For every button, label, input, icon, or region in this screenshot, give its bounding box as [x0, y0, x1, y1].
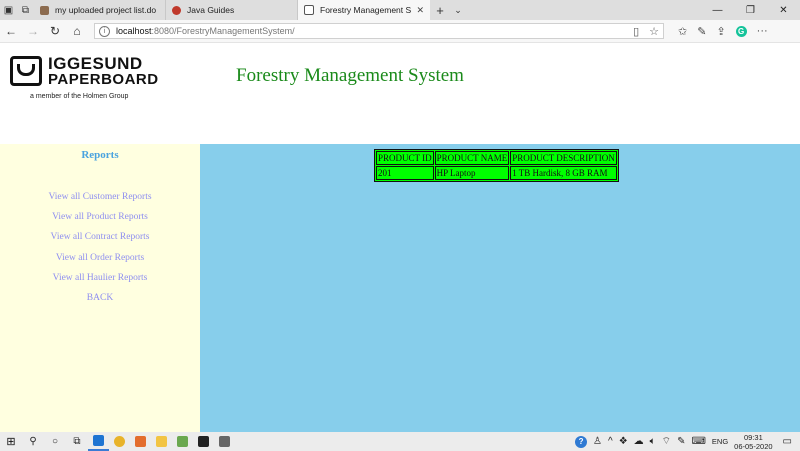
- more-menu-icon[interactable]: ···: [757, 25, 768, 37]
- site-info-icon[interactable]: i: [99, 25, 110, 37]
- cell-product-description: 1 TB Hardisk, 8 GB RAM: [510, 166, 617, 180]
- notifications-icon[interactable]: ▭: [783, 436, 792, 447]
- settings-taskbar-icon[interactable]: [214, 432, 235, 451]
- tab-title: Forestry Management S: [320, 5, 412, 15]
- cell-product-id: 201: [376, 166, 434, 180]
- tab-list-chevron-icon[interactable]: ⌄: [450, 0, 466, 20]
- clock-time: 09:31: [743, 432, 763, 442]
- url-host: localhost: [116, 26, 152, 36]
- tab-actions-icon[interactable]: ▣: [0, 0, 17, 20]
- tab-title: my uploaded project list.do: [55, 5, 157, 15]
- minimize-icon[interactable]: —: [701, 0, 734, 20]
- help-icon[interactable]: ?: [575, 435, 588, 448]
- document-favicon-icon: [40, 5, 49, 15]
- file-explorer-taskbar-icon[interactable]: [151, 432, 172, 451]
- forward-arrow-icon[interactable]: →: [22, 24, 44, 38]
- column-header-product-id: PRODUCT ID: [376, 151, 434, 165]
- edge-taskbar-icon[interactable]: [88, 432, 109, 451]
- keyboard-icon[interactable]: ⌨: [691, 436, 705, 447]
- link-customer-reports[interactable]: View all Customer Reports: [0, 187, 200, 207]
- logo-emblem-icon: [10, 56, 42, 86]
- windows-taskbar: ⊞ ⚲ ○ ⧉ ? ♙ ^ ❖ ☁ 🔈︎ ⌔ ✎ ⌨ ENG 09:31 06-…: [0, 432, 800, 451]
- link-contract-reports[interactable]: View all Contract Reports: [0, 227, 200, 247]
- system-tray: ? ♙ ^ ❖ ☁ 🔈︎ ⌔ ✎ ⌨ ENG 09:31 06-05-2020 …: [575, 433, 800, 451]
- share-icon[interactable]: ⇪: [716, 25, 725, 38]
- sidebar-title: Reports: [81, 149, 119, 161]
- logo-subtitle: a member of the Holmen Group: [30, 93, 129, 100]
- favorites-hub-icon[interactable]: ✩: [678, 25, 687, 38]
- restore-icon[interactable]: ❐: [734, 0, 767, 20]
- pen-notes-icon[interactable]: ✎: [697, 25, 706, 38]
- products-table: PRODUCT ID PRODUCT NAME PRODUCT DESCRIPT…: [374, 149, 619, 182]
- column-header-product-name: PRODUCT NAME: [434, 151, 510, 165]
- cortana-icon[interactable]: ○: [44, 436, 66, 447]
- table-header-row: PRODUCT ID PRODUCT NAME PRODUCT DESCRIPT…: [376, 151, 617, 165]
- company-logo: IGGESUND PAPERBOARD a member of the Holm…: [6, 48, 158, 105]
- url-path: :8080/ForestryManagementSystem/: [151, 26, 295, 36]
- link-product-reports[interactable]: View all Product Reports: [0, 207, 200, 227]
- close-tab-icon[interactable]: ✕: [416, 5, 424, 16]
- windows-start-icon[interactable]: ⊞: [0, 435, 22, 448]
- column-header-product-description: PRODUCT DESCRIPTION: [510, 151, 617, 165]
- tab-title: Java Guides: [187, 5, 235, 15]
- search-icon[interactable]: ⚲: [22, 436, 44, 447]
- page-title: Forestry Management System: [236, 65, 464, 86]
- address-bar[interactable]: i localhost:8080/ForestryManagementSyste…: [94, 23, 664, 39]
- link-haulier-reports[interactable]: View all Haulier Reports: [0, 268, 200, 288]
- browser-navigation-bar: ← → ↻ ⌂ i localhost:8080/ForestryManagem…: [0, 20, 800, 43]
- tab-forestry-management[interactable]: Forestry Management S ✕: [298, 0, 430, 20]
- pen-icon[interactable]: ✎: [677, 436, 685, 447]
- clock-date: 06-05-2020: [734, 441, 773, 451]
- back-link[interactable]: BACK: [0, 288, 200, 308]
- reading-view-icon[interactable]: ▯: [633, 25, 639, 38]
- table-row: 201 HP Laptop 1 TB Hardisk, 8 GB RAM: [376, 166, 617, 180]
- logo-line-2: PAPERBOARD: [48, 71, 159, 88]
- home-icon[interactable]: ⌂: [66, 24, 88, 38]
- tab-project-list[interactable]: my uploaded project list.do: [34, 0, 166, 20]
- cloud-icon[interactable]: ☁: [634, 436, 644, 447]
- clock[interactable]: 09:31 06-05-2020: [734, 433, 772, 451]
- volume-icon[interactable]: 🔈︎: [650, 436, 656, 447]
- task-view-icon[interactable]: ⧉: [66, 436, 88, 447]
- cell-product-name: HP Laptop: [434, 166, 510, 180]
- dropbox-icon[interactable]: ❖: [619, 436, 628, 447]
- chrome-taskbar-icon[interactable]: [109, 432, 130, 451]
- close-window-icon[interactable]: ✕: [767, 0, 800, 20]
- language-indicator[interactable]: ENG: [712, 437, 728, 446]
- page-favicon-icon: [304, 5, 314, 15]
- reports-sidebar: Reports View all Customer Reports View a…: [0, 144, 200, 432]
- new-tab-icon[interactable]: +: [430, 0, 450, 20]
- command-prompt-taskbar-icon[interactable]: [193, 432, 214, 451]
- app-taskbar-icon[interactable]: [130, 432, 151, 451]
- show-hidden-icons-chevron-icon[interactable]: ^: [608, 436, 613, 447]
- link-order-reports[interactable]: View all Order Reports: [0, 248, 200, 268]
- tab-java-guides[interactable]: Java Guides: [166, 0, 298, 20]
- network-icon[interactable]: ⌔: [662, 435, 671, 448]
- people-icon[interactable]: ♙: [593, 436, 602, 447]
- page-header: IGGESUND PAPERBOARD a member of the Holm…: [0, 43, 800, 144]
- favorite-star-icon[interactable]: ☆: [649, 25, 659, 38]
- grammarly-extension-icon[interactable]: G: [735, 25, 747, 37]
- java-guides-favicon-icon: [172, 5, 181, 15]
- browser-tab-strip: ▣ ⧉ my uploaded project list.do Java Gui…: [0, 0, 800, 20]
- sidebar-links: View all Customer Reports View all Produ…: [0, 187, 200, 308]
- refresh-icon[interactable]: ↻: [44, 24, 66, 38]
- back-arrow-icon[interactable]: ←: [0, 24, 22, 38]
- set-aside-tabs-icon[interactable]: ⧉: [17, 0, 34, 20]
- main-content: PRODUCT ID PRODUCT NAME PRODUCT DESCRIPT…: [200, 144, 800, 432]
- notepad-taskbar-icon[interactable]: [172, 432, 193, 451]
